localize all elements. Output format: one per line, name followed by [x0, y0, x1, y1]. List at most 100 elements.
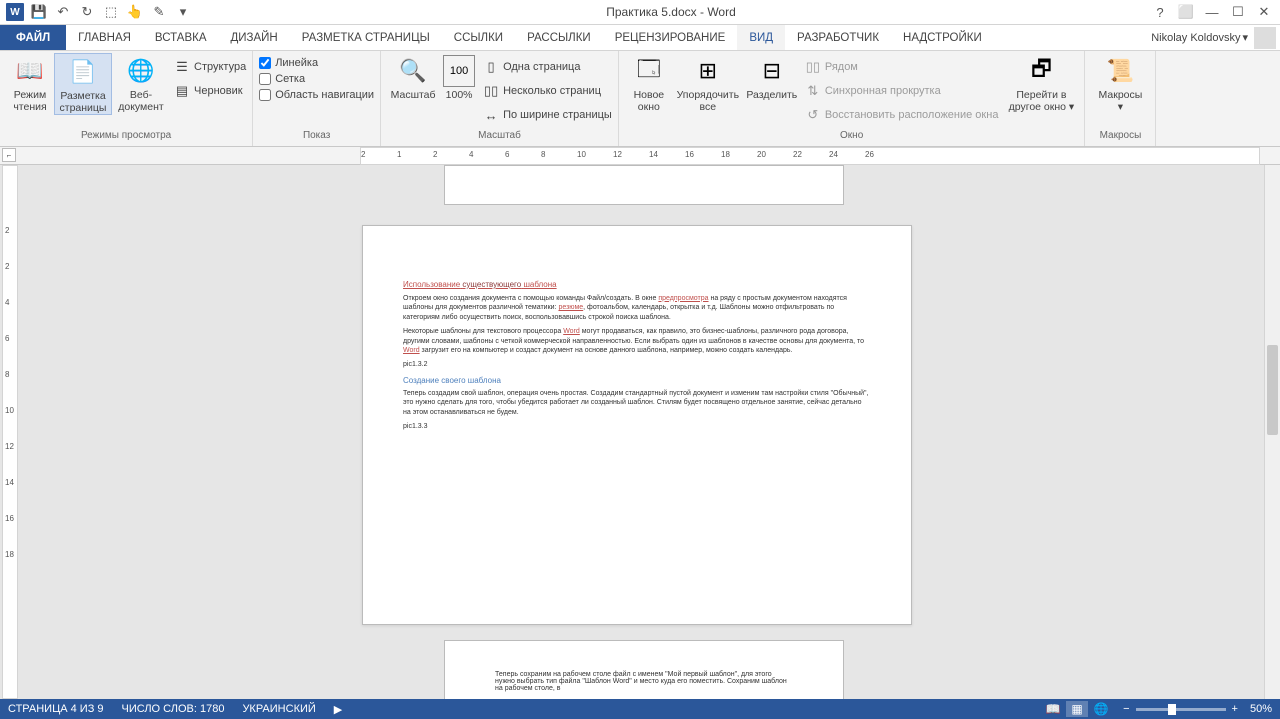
one-page-button[interactable]: ▯Одна страница	[483, 57, 612, 77]
help-icon[interactable]: ?	[1148, 5, 1172, 20]
user-name: Nikolay Koldovsky	[1151, 32, 1240, 44]
status-language[interactable]: УКРАИНСКИЙ	[242, 703, 315, 715]
document-page[interactable]: Использование существующего шаблона Откр…	[362, 225, 912, 625]
tab-review[interactable]: РЕЦЕНЗИРОВАНИЕ	[603, 25, 738, 50]
group-label: Показ	[259, 130, 374, 146]
previous-page[interactable]	[444, 165, 844, 205]
group-macros: 📜 Макросы▾ Макросы	[1085, 51, 1156, 146]
group-label: Макросы	[1091, 130, 1149, 146]
outline-icon: ☰	[174, 59, 190, 75]
ribbon-options-icon[interactable]: ⬜	[1174, 4, 1198, 20]
status-word-count[interactable]: ЧИСЛО СЛОВ: 1780	[122, 703, 225, 715]
qat-dropdown-icon[interactable]: ▾	[172, 1, 194, 23]
touch-mode-icon[interactable]: 👆	[124, 1, 146, 23]
heading-2: Создание своего шаблона	[403, 376, 871, 387]
read-view-icon[interactable]: 📖	[1042, 701, 1064, 717]
heading-1: Использование существующего шаблона	[403, 280, 871, 291]
zoom-slider-knob[interactable]	[1168, 704, 1176, 715]
zoom-in-button[interactable]: +	[1232, 703, 1238, 715]
statusbar: СТРАНИЦА 4 ИЗ 9 ЧИСЛО СЛОВ: 1780 УКРАИНС…	[0, 699, 1280, 719]
maximize-icon[interactable]: ☐	[1226, 4, 1250, 20]
split-button[interactable]: ⊟ Разделить	[743, 53, 801, 101]
arrange-icon: ⊞	[692, 55, 724, 87]
paragraph: Теперь создадим свой шаблон, операция оч…	[403, 389, 871, 417]
switch-icon: 🗗	[1025, 55, 1057, 87]
tab-file[interactable]: ФАЙЛ	[0, 25, 66, 50]
side-icon: ▯▯	[805, 59, 821, 75]
macros-button[interactable]: 📜 Макросы▾	[1091, 53, 1149, 113]
zoom-level[interactable]: 50%	[1250, 703, 1272, 715]
reset-icon: ↺	[805, 107, 821, 123]
ribbon: 📖 Режим чтения 📄 Разметка страницы 🌐 Веб…	[0, 51, 1280, 147]
next-page[interactable]: Теперь сохраним на рабочем столе файл с …	[444, 640, 844, 699]
tab-developer[interactable]: РАЗРАБОТЧИК	[785, 25, 891, 50]
new-window-icon: 🗔	[633, 55, 665, 87]
quick-access-toolbar: W 💾 ↶ ↻ ⬚ 👆 ✎ ▾	[0, 1, 194, 23]
tab-layout[interactable]: РАЗМЕТКА СТРАНИЦЫ	[290, 25, 442, 50]
group-label: Режимы просмотра	[6, 130, 246, 146]
minimize-icon[interactable]: —	[1200, 5, 1224, 20]
read-mode-button[interactable]: 📖 Режим чтения	[6, 53, 54, 113]
zoom-control: − + 50%	[1123, 703, 1272, 715]
status-macro-icon[interactable]: ▶	[334, 703, 342, 716]
web-layout-button[interactable]: 🌐 Веб- документ	[112, 53, 170, 113]
paragraph: Откроем окно создания документа с помощь…	[403, 294, 871, 322]
qat-item-icon[interactable]: ⬚	[100, 1, 122, 23]
tab-addins[interactable]: НАДСТРОЙКИ	[891, 25, 994, 50]
status-page[interactable]: СТРАНИЦА 4 ИЗ 9	[8, 703, 104, 715]
hundred-icon: 100	[443, 55, 475, 87]
redo-icon[interactable]: ↻	[76, 1, 98, 23]
vertical-scrollbar[interactable]	[1264, 165, 1280, 699]
draft-button[interactable]: ▤Черновик	[174, 81, 246, 101]
zoom-icon: 🔍	[397, 55, 429, 87]
save-icon[interactable]: 💾	[28, 1, 50, 23]
horizontal-ruler[interactable]: ⌐ 212468101214161820222426	[0, 147, 1280, 165]
ruler-checkbox[interactable]: Линейка	[259, 57, 374, 69]
paragraph: Некоторые шаблоны для текстового процесс…	[403, 327, 871, 355]
group-zoom: 🔍 Масштаб 100 100% ▯Одна страница ▯▯Неск…	[381, 51, 619, 146]
nav-pane-checkbox[interactable]: Область навигации	[259, 89, 374, 101]
word-app-icon[interactable]: W	[4, 1, 26, 23]
sync-scroll-button: ⇅Синхронная прокрутка	[805, 81, 999, 101]
arrange-all-button[interactable]: ⊞ Упорядочить все	[673, 53, 743, 113]
print-layout-button[interactable]: 📄 Разметка страницы	[54, 53, 112, 115]
macros-icon: 📜	[1104, 55, 1136, 87]
tab-mailings[interactable]: РАССЫЛКИ	[515, 25, 603, 50]
tab-design[interactable]: ДИЗАЙН	[219, 25, 290, 50]
group-label: Окно	[625, 130, 1079, 146]
brush-icon[interactable]: ✎	[148, 1, 170, 23]
group-views: 📖 Режим чтения 📄 Разметка страницы 🌐 Веб…	[0, 51, 253, 146]
user-account[interactable]: Nikolay Koldovsky ▾	[1151, 25, 1280, 50]
tab-insert[interactable]: ВСТАВКА	[143, 25, 219, 50]
switch-window-button[interactable]: 🗗 Перейти в другое окно ▾	[1004, 53, 1078, 113]
undo-icon[interactable]: ↶	[52, 1, 74, 23]
ribbon-tabs: ФАЙЛ ГЛАВНАЯ ВСТАВКА ДИЗАЙН РАЗМЕТКА СТР…	[0, 25, 1280, 51]
close-icon[interactable]: ✕	[1252, 4, 1276, 20]
one-page-icon: ▯	[483, 59, 499, 75]
tab-view[interactable]: ВИД	[737, 25, 785, 50]
group-label: Масштаб	[387, 130, 612, 146]
print-view-icon[interactable]: ▦	[1066, 701, 1088, 717]
zoom-slider[interactable]	[1136, 708, 1226, 711]
page-width-button[interactable]: ↔По ширине страницы	[483, 105, 612, 125]
tab-references[interactable]: ССЫЛКИ	[442, 25, 515, 50]
tab-home[interactable]: ГЛАВНАЯ	[66, 25, 143, 50]
reset-window-button: ↺Восстановить расположение окна	[805, 105, 999, 125]
multi-page-button[interactable]: ▯▯Несколько страниц	[483, 81, 612, 101]
outline-button[interactable]: ☰Структура	[174, 57, 246, 77]
vertical-ruler[interactable]: 224681012141618	[2, 165, 18, 699]
ruler-corner[interactable]: ⌐	[2, 148, 16, 162]
new-window-button[interactable]: 🗔 Новое окно	[625, 53, 673, 113]
hundred-percent-button[interactable]: 100 100%	[439, 53, 479, 101]
sync-icon: ⇅	[805, 83, 821, 99]
gridlines-checkbox[interactable]: Сетка	[259, 73, 374, 85]
window-title: Практика 5.docx - Word	[194, 5, 1148, 19]
avatar-icon	[1254, 27, 1276, 49]
scrollbar-thumb[interactable]	[1267, 345, 1278, 435]
web-view-icon[interactable]: 🌐	[1090, 701, 1112, 717]
zoom-button[interactable]: 🔍 Масштаб	[387, 53, 439, 101]
print-layout-icon: 📄	[67, 56, 99, 88]
zoom-out-button[interactable]: −	[1123, 703, 1129, 715]
pic-placeholder: pic1.3.2	[403, 360, 871, 369]
titlebar: W 💾 ↶ ↻ ⬚ 👆 ✎ ▾ Практика 5.docx - Word ?…	[0, 0, 1280, 25]
